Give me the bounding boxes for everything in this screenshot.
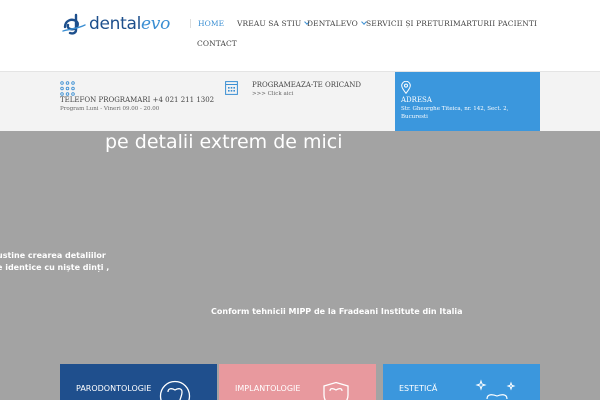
shield-tooth-icon: [323, 381, 349, 400]
logo-tooth-icon: [62, 13, 86, 35]
nav-item-vreau-sa-stiu[interactable]: VREAU SA STIU: [237, 19, 311, 28]
address-info: ADRESA Str. Gheorghe Titeica, nr. 142, S…: [395, 72, 540, 132]
logo[interactable]: dentalevo: [61, 11, 170, 37]
address-line-2: Bucuresti: [401, 114, 428, 120]
tooth-icon: [159, 380, 191, 400]
address-title: ADRESA: [401, 96, 432, 104]
logo-text: dentalevo: [89, 14, 171, 34]
nav-item-servicii[interactable]: SERVICII ȘI PRETURI: [366, 19, 453, 28]
phone-info: TELEFON PROGRAMARI +4 021 211 1302 Progr…: [60, 72, 240, 132]
card-implantologie[interactable]: IMPLANTOLOGIE: [219, 364, 376, 400]
nav-item-dentalevo[interactable]: DENTALEVO: [307, 19, 367, 28]
schedule-title: PROGRAMEAZA-TE ORICAND: [252, 81, 361, 89]
card-parodontologie[interactable]: PARODONTOLOGIE: [60, 364, 217, 400]
sparkle-tooth-icon: [475, 379, 516, 400]
nav-item-marturii[interactable]: MARTURII PACIENTI: [453, 19, 537, 28]
hero-slider: pe detalii extrem de mici ustine crearea…: [0, 131, 600, 400]
nav-item-home[interactable]: HOME: [190, 19, 224, 28]
hero-caption: Conform tehnicii MIPP de la Fradeani Ins…: [211, 307, 463, 316]
hero-heading: pe detalii extrem de mici: [105, 131, 343, 153]
schedule-info: PROGRAMEAZA-TE ORICAND >>> Click aici: [225, 72, 375, 132]
calendar-icon: [225, 81, 238, 95]
location-pin-icon: [401, 81, 411, 94]
card-estetica[interactable]: ESTETICĂ: [383, 364, 540, 400]
dialpad-icon: [60, 81, 75, 96]
card-label: IMPLANTOLOGIE: [235, 384, 301, 393]
site-header: dentalevo HOME VREAU SA STIU DENTALEVO S…: [0, 0, 600, 71]
phone-title[interactable]: TELEFON PROGRAMARI +4 021 211 1302: [60, 96, 214, 104]
card-label: PARODONTOLOGIE: [76, 384, 152, 393]
address-line-1: Str. Gheorghe Titeica, nr. 142, Sect. 2,: [401, 106, 509, 112]
card-label: ESTETICĂ: [399, 384, 438, 393]
hero-side-text: ustine crearea detaliilor e identice cu …: [0, 251, 110, 272]
nav-item-contact[interactable]: CONTACT: [197, 39, 237, 48]
phone-hours: Program Luni - Vineri 09.00 - 20.00: [60, 106, 160, 112]
schedule-link[interactable]: >>> Click aici: [252, 91, 293, 97]
info-bar: TELEFON PROGRAMARI +4 021 211 1302 Progr…: [0, 71, 600, 132]
